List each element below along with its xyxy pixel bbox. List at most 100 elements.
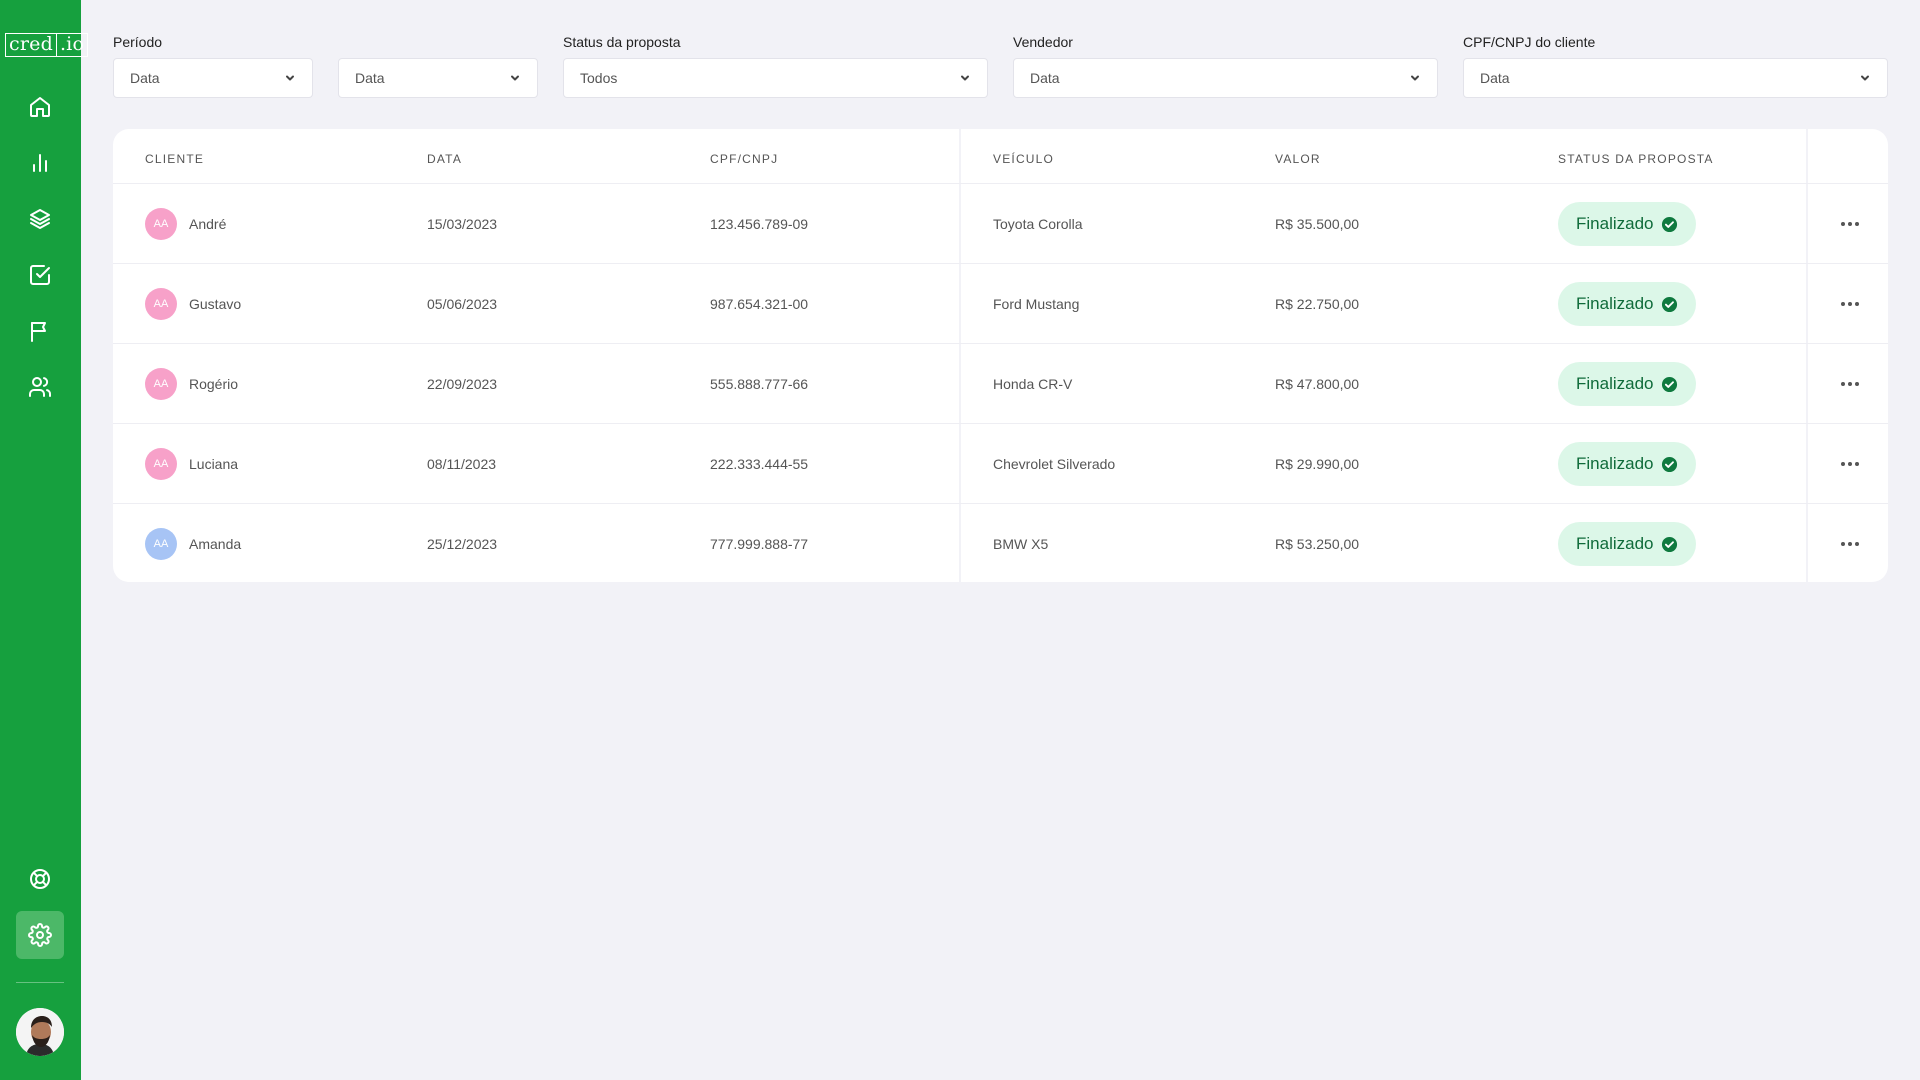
vendedor-value: Data [1030,70,1060,86]
cell-veiculo: BMW X5 [993,536,1049,552]
cell-data: 22/09/2023 [427,376,498,392]
status-badge-label: Finalizado [1576,374,1654,393]
filter-status: Status da proposta Todos [563,34,988,98]
cell-valor: R$ 35.500,00 [1275,216,1360,232]
filter-periodo-end: Data [338,34,538,98]
cell-veiculo: Ford Mustang [993,296,1080,312]
table-row[interactable]: AA Gustavo 05/06/2023 987.654.321-00 For… [113,263,1888,343]
cell-valor: R$ 22.750,00 [1275,296,1360,312]
more-horizontal-icon [1841,462,1859,466]
row-actions-button[interactable] [1838,452,1862,476]
app-logo[interactable]: cred .io [5,33,89,57]
header-data[interactable]: Data [427,149,462,169]
table-row[interactable]: AA Luciana 08/11/2023 222.333.444-55 Che… [113,423,1888,503]
settings-icon [28,923,52,947]
cell-veiculo: Honda CR-V [993,376,1073,392]
cell-valor: R$ 29.990,00 [1275,456,1360,472]
filter-cpf-label: CPF/CNPJ do cliente [1463,34,1596,50]
chevron-down-icon [286,75,294,81]
client-name: Gustavo [189,296,242,312]
chevron-down-icon [511,75,519,81]
client-name: Amanda [189,536,242,552]
status-select[interactable]: Todos [563,58,988,98]
client-avatar: AA [145,288,177,320]
row-actions-button[interactable] [1838,292,1862,316]
sidebar: cred .io [0,0,89,1080]
row-actions-button[interactable] [1838,532,1862,556]
cell-cpf: 987.654.321-00 [710,296,809,312]
nav-tasks[interactable] [16,251,64,299]
header-cliente[interactable]: Cliente [145,149,204,169]
periodo-start-select[interactable]: Data [113,58,313,98]
header-status[interactable]: Status da proposta [1558,149,1714,169]
flag-icon [31,322,46,342]
nav-reports[interactable] [16,307,64,355]
cell-valor: R$ 53.250,00 [1275,536,1360,552]
status-badge: Finalizado [1558,442,1696,486]
home-icon [30,97,50,117]
cpf-select[interactable]: Data [1463,58,1888,98]
status-badge-label: Finalizado [1576,454,1654,473]
layers-icon [30,209,50,229]
cell-veiculo: Toyota Corolla [993,216,1083,232]
proposals-table: Cliente Data CPF/CNPJ Veículo Valor Stat… [113,129,1888,582]
status-badge: Finalizado [1558,362,1696,406]
check-circle-icon [1661,376,1677,392]
nav-layers[interactable] [16,195,64,243]
cell-cpf: 777.999.888-77 [710,536,809,552]
cell-status: Finalizado [1558,264,1696,344]
cell-cliente: AA Luciana [145,424,238,504]
cell-cliente: AA Gustavo [145,264,241,344]
more-horizontal-icon [1841,222,1859,226]
cell-cpf: 222.333.444-55 [710,456,809,472]
nav-settings[interactable] [16,911,64,959]
nav-support[interactable] [16,855,64,903]
cell-cliente: AA André [145,184,226,264]
user-avatar[interactable] [16,1008,64,1056]
client-name: Luciana [189,456,239,472]
periodo-end-select[interactable]: Data [338,58,538,98]
header-valor[interactable]: Valor [1275,149,1321,169]
status-badge: Finalizado [1558,282,1696,326]
table-row[interactable]: AA Rogério 22/09/2023 555.888.777-66 Hon… [113,343,1888,423]
header-veiculo[interactable]: Veículo [993,149,1054,169]
table-row[interactable]: AA Amanda 25/12/2023 777.999.888-77 BMW … [113,503,1888,583]
filter-periodo: Período Data [113,34,313,98]
cpf-value: Data [1480,70,1510,86]
status-badge-label: Finalizado [1576,294,1654,313]
cell-status: Finalizado [1558,344,1696,424]
status-badge-label: Finalizado [1576,214,1654,233]
chevron-down-icon [1861,75,1869,81]
more-horizontal-icon [1841,302,1859,306]
logo-part-1: cred [5,33,57,57]
cell-cpf: 123.456.789-09 [710,216,809,232]
cell-data: 15/03/2023 [427,216,498,232]
cell-veiculo: Chevrolet Silverado [993,456,1116,472]
filter-status-label: Status da proposta [563,34,681,50]
nav-users[interactable] [16,363,64,411]
status-badge: Finalizado [1558,202,1696,246]
check-circle-icon [1661,216,1677,232]
header-cpf[interactable]: CPF/CNPJ [710,149,778,169]
more-horizontal-icon [1841,382,1859,386]
row-actions-button[interactable] [1838,372,1862,396]
periodo-end-value: Data [355,70,385,86]
more-horizontal-icon [1841,542,1859,546]
cell-data: 25/12/2023 [427,536,498,552]
nav-home[interactable] [16,83,64,131]
cell-status: Finalizado [1558,424,1696,504]
nav-dashboard[interactable] [16,139,64,187]
user-photo [16,1008,64,1056]
chevron-down-icon [961,75,969,81]
check-circle-icon [1661,536,1677,552]
cell-status: Finalizado [1558,504,1696,584]
client-avatar: AA [145,208,177,240]
life-buoy-icon [30,869,50,889]
cell-cliente: AA Amanda [145,504,241,584]
row-actions-button[interactable] [1838,212,1862,236]
logo-part-2: .io [56,33,89,57]
filter-vendedor: Vendedor Data [1013,34,1438,98]
table-row[interactable]: AA André 15/03/2023 123.456.789-09 Toyot… [113,183,1888,263]
status-value: Todos [580,70,618,86]
vendedor-select[interactable]: Data [1013,58,1438,98]
